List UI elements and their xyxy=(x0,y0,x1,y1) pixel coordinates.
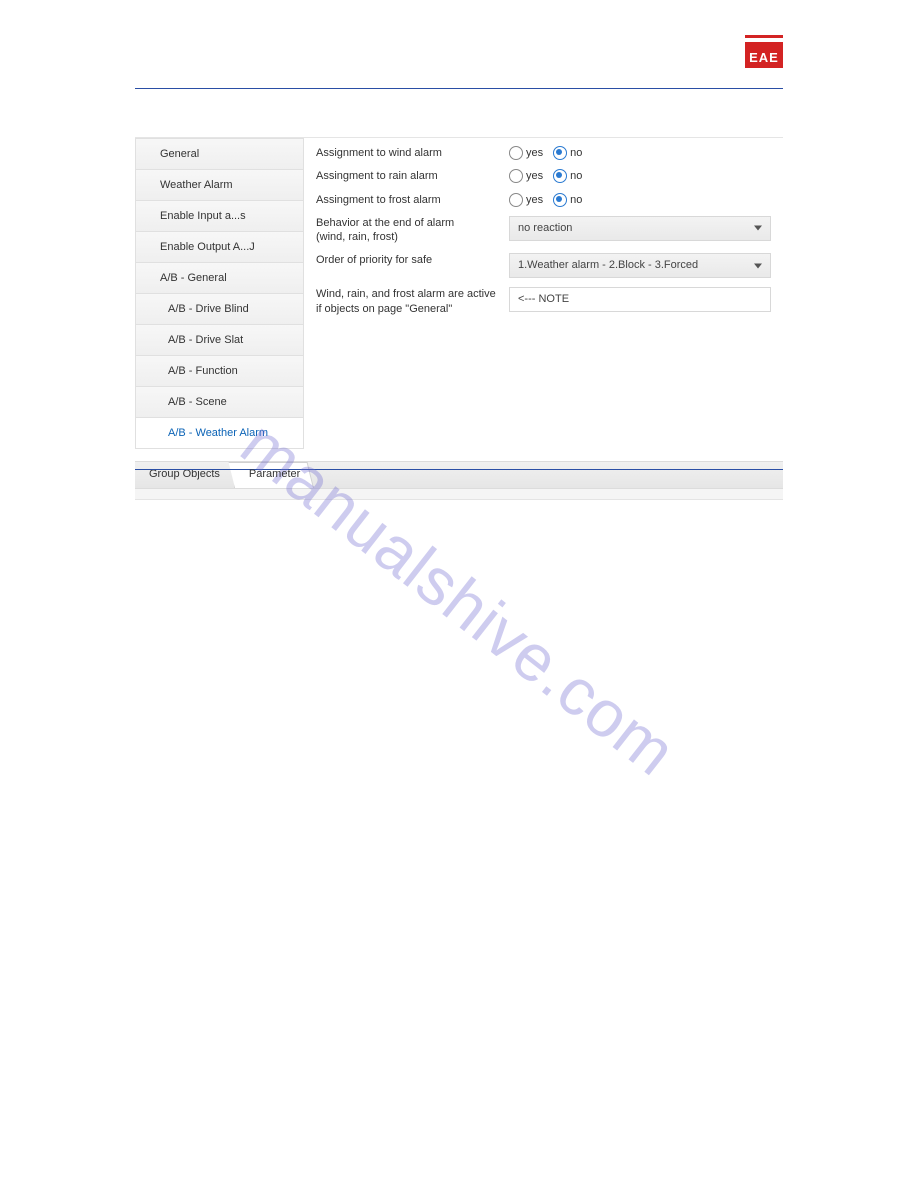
sidebar-item-weather-alarm[interactable]: Weather Alarm xyxy=(135,170,304,201)
radio-icon xyxy=(553,169,567,183)
row-behavior-end: Behavior at the end of alarm (wind, rain… xyxy=(316,216,771,245)
bottom-tabs: Group Objects Parameter xyxy=(135,461,783,489)
radio-rain-no[interactable]: no xyxy=(553,169,582,183)
row-priority: Order of priority for safe 1.Weather ala… xyxy=(316,253,771,278)
header-rule xyxy=(135,88,783,89)
sidebar-item-label: A/B - Drive Blind xyxy=(168,303,249,315)
row-frost-alarm: Assingment to frost alarm yes no xyxy=(316,193,771,207)
sidebar-item-label: Weather Alarm xyxy=(160,179,233,191)
sidebar-item-a-b-drive-slat[interactable]: A/B - Drive Slat xyxy=(135,325,304,356)
radio-label-no: no xyxy=(570,147,582,159)
content-pane: Assignment to wind alarm yes no Assingme… xyxy=(304,138,783,449)
radio-icon xyxy=(509,169,523,183)
tab-group-objects[interactable]: Group Objects xyxy=(135,462,235,488)
sidebar-item-label: A/B - Drive Slat xyxy=(168,334,243,346)
radio-label-no: no xyxy=(570,170,582,182)
radio-label-yes: yes xyxy=(526,170,543,182)
tab-parameter[interactable]: Parameter xyxy=(235,462,314,488)
row-rain-alarm: Assingment to rain alarm yes no xyxy=(316,169,771,183)
sidebar-item-a-b-function[interactable]: A/B - Function xyxy=(135,356,304,387)
brand-logo: EAE xyxy=(745,30,783,68)
radio-icon xyxy=(509,146,523,160)
sidebar-item-label: A/B - Weather Alarm xyxy=(168,427,268,439)
sidebar-item-label: A/B - Scene xyxy=(168,396,227,408)
label-priority: Order of priority for safe xyxy=(316,253,509,267)
label-note: Wind, rain, and frost alarm are active i… xyxy=(316,287,509,316)
sidebar-item-enable-output-a-j[interactable]: Enable Output A...J xyxy=(135,232,304,263)
sidebar-item-a-b-drive-blind[interactable]: A/B - Drive Blind xyxy=(135,294,304,325)
radio-wind-no[interactable]: no xyxy=(553,146,582,160)
footer-rule xyxy=(135,469,783,470)
radio-icon xyxy=(553,146,567,160)
radio-frost-no[interactable]: no xyxy=(553,193,582,207)
radio-group-frost: yes no xyxy=(509,193,771,207)
label-frost-alarm: Assingment to frost alarm xyxy=(316,193,509,207)
sidebar-item-label: A/B - Function xyxy=(168,365,238,377)
sidebar-item-label: A/B - General xyxy=(160,272,227,284)
row-wind-alarm: Assignment to wind alarm yes no xyxy=(316,146,771,160)
sidebar-item-a-b-scene[interactable]: A/B - Scene xyxy=(135,387,304,418)
textbox-note[interactable]: <--- NOTE xyxy=(509,287,771,312)
brand-logo-text: EAE xyxy=(745,50,783,65)
label-rain-alarm: Assingment to rain alarm xyxy=(316,169,509,183)
radio-group-wind: yes no xyxy=(509,146,771,160)
radio-frost-yes[interactable]: yes xyxy=(509,193,543,207)
radio-label-yes: yes xyxy=(526,194,543,206)
sidebar-item-label: General xyxy=(160,148,199,160)
radio-icon xyxy=(509,193,523,207)
sidebar-item-general[interactable]: General xyxy=(135,138,304,170)
select-behavior-end[interactable]: no reaction xyxy=(509,216,771,241)
radio-rain-yes[interactable]: yes xyxy=(509,169,543,183)
select-priority[interactable]: 1.Weather alarm - 2.Block - 3.Forced xyxy=(509,253,771,278)
radio-wind-yes[interactable]: yes xyxy=(509,146,543,160)
radio-label-no: no xyxy=(570,194,582,206)
label-behavior-end: Behavior at the end of alarm (wind, rain… xyxy=(316,216,509,245)
label-wind-alarm: Assignment to wind alarm xyxy=(316,146,509,160)
row-note: Wind, rain, and frost alarm are active i… xyxy=(316,287,771,316)
tab-label: Parameter xyxy=(249,468,300,480)
tab-strip-footer xyxy=(135,489,783,500)
sidebar-item-a-b-weather-alarm[interactable]: A/B - Weather Alarm xyxy=(135,418,304,449)
sidebar-item-a-b-general[interactable]: A/B - General xyxy=(135,263,304,294)
sidebar-item-label: Enable Input a...s xyxy=(160,210,246,222)
radio-group-rain: yes no xyxy=(509,169,771,183)
radio-icon xyxy=(553,193,567,207)
sidebar-item-label: Enable Output A...J xyxy=(160,241,255,253)
sidebar-item-enable-input-a-s[interactable]: Enable Input a...s xyxy=(135,201,304,232)
radio-label-yes: yes xyxy=(526,147,543,159)
sidebar: General Weather Alarm Enable Input a...s En… xyxy=(135,138,304,449)
config-panel: General Weather Alarm Enable Input a...s En… xyxy=(135,137,783,449)
